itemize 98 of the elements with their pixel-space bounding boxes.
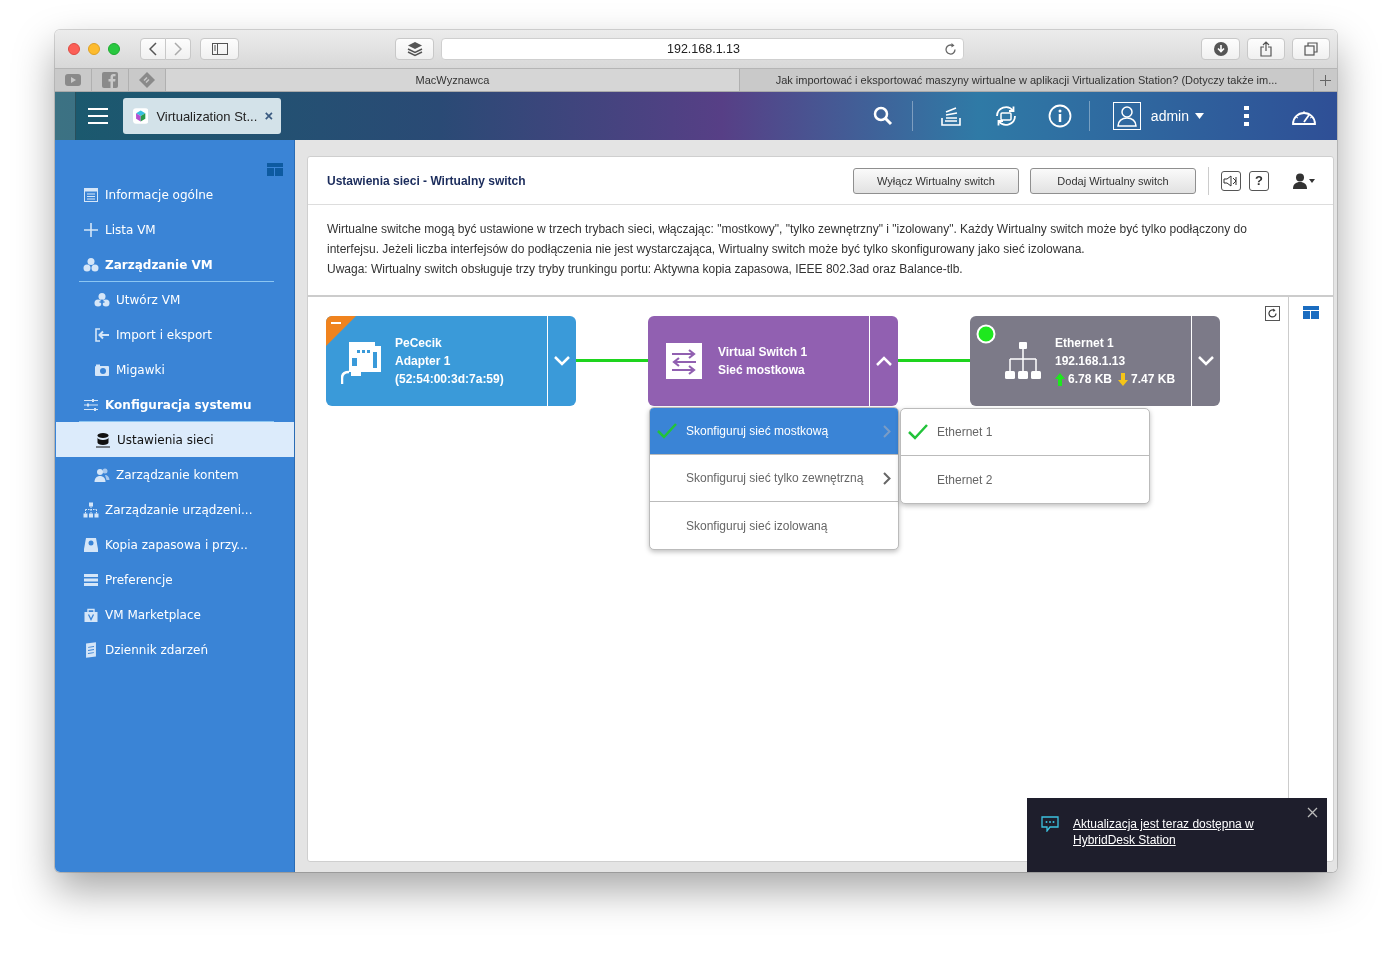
diamond-icon (139, 72, 155, 88)
cubes-plus-icon (94, 291, 110, 308)
user-icon[interactable] (1112, 102, 1141, 130)
sidebar-item[interactable]: Preferencje (55, 562, 294, 597)
drive-icon (83, 536, 99, 553)
stack-icon (83, 571, 99, 588)
reload-icon[interactable] (944, 43, 957, 56)
sliders-icon (83, 396, 99, 413)
close-window-button[interactable] (68, 43, 80, 55)
speaker-button[interactable] (1221, 170, 1241, 191)
cube-icon (133, 106, 149, 126)
sidebar-item[interactable]: Lista VM (55, 212, 294, 247)
sidebar-item[interactable]: Kopia zapasowa i przy... (55, 527, 294, 562)
node-label: Virtual Switch 1 Sieć mostkowa (718, 344, 808, 379)
arrow-up-icon (1055, 372, 1065, 386)
ethernet-node[interactable]: Ethernet 1 192.168.1.13 6.78 KB 7.47 KB (970, 316, 1220, 406)
layout-icon[interactable] (1303, 306, 1319, 319)
minus-badge-icon[interactable] (326, 316, 356, 346)
share-icon (1260, 41, 1272, 57)
sidebar-item[interactable]: Migawki (55, 352, 294, 387)
search-icon[interactable] (872, 106, 893, 126)
info-icon[interactable] (1047, 104, 1072, 128)
back-icon (149, 42, 157, 56)
sidebar-item[interactable]: Informacje ogólne (55, 177, 294, 212)
users-icon (94, 466, 110, 483)
sidebar-item[interactable]: Zarządzanie urządzeni... (55, 492, 294, 527)
network-tree-icon (83, 501, 99, 518)
sidebar-item[interactable]: Zarządzanie kontem (55, 457, 294, 492)
address-bar[interactable]: 192.168.1.13 (441, 38, 964, 60)
user-menu-icon[interactable] (1293, 172, 1315, 189)
sidebar-item[interactable]: Zarządzanie VM (55, 247, 294, 282)
sidebar-item[interactable]: Ustawienia sieci (56, 422, 294, 457)
menu-item[interactable]: Ethernet 1 (901, 409, 1149, 456)
adapter-node[interactable]: PeCecik Adapter 1 (52:54:00:3d:7a:59) (326, 316, 576, 406)
help-button[interactable]: ? (1249, 170, 1269, 191)
shopping-bag-icon (83, 606, 99, 623)
connector-line (898, 359, 970, 362)
speaker-icon (1223, 174, 1239, 187)
refresh-icon[interactable] (1265, 306, 1280, 321)
sidebar-toggle-button[interactable] (200, 38, 239, 60)
connector-line (576, 359, 648, 362)
stack-icon[interactable] (940, 106, 961, 126)
menu-icon[interactable] (88, 108, 108, 124)
sidebar-item[interactable]: Import i eksport (55, 317, 294, 352)
forward-icon (174, 42, 182, 56)
action-button[interactable]: Dodaj Wirtualny switch (1030, 167, 1196, 194)
notepad-icon (83, 641, 99, 658)
check-icon (657, 423, 677, 439)
user-menu[interactable]: admin (1150, 108, 1204, 124)
sidebar-icon (211, 43, 228, 55)
arrow-down-icon (1118, 372, 1129, 386)
close-icon[interactable] (265, 111, 273, 121)
chevron-up-icon (876, 356, 892, 366)
chat-bubble-icon (1041, 816, 1059, 832)
node-label: PeCecik Adapter 1 (52:54:00:3d:7a:59) (395, 335, 504, 388)
layers-button[interactable] (395, 38, 434, 60)
menu-item[interactable]: Ethernet 2 (901, 456, 1149, 503)
import-arrow-icon (94, 326, 110, 343)
menu-item[interactable]: Skonfiguruj sieć mostkową (650, 408, 898, 455)
menu-item[interactable]: Skonfiguruj sieć tylko zewnętrzną (650, 455, 898, 502)
menu-item[interactable]: Skonfiguruj sieć izolowaną (650, 502, 898, 549)
panel-title: Ustawienia sieci - Wirtualny switch (327, 173, 527, 188)
update-link[interactable]: Aktualizacja jest teraz dostępna w HybridDesk Station (1073, 816, 1273, 872)
check-icon (908, 424, 928, 440)
description-text: Wirtualne switche mogą być ustawione w trzech trybach sieci, włączając: "mostkowy", "tylko zewnętrzny" i "izolowany". Każdy Wirtualny switch może być tylko podłączony do interfejsu. Jeżeli liczba interfejsów do podłączenia nie jest wystarczająca, Wirtualny switch może być tylko skonfigurowany jako sieć izolowana. Uwaga: Wirtualny switch obsługuje trzy tryby trunkingu portu: Aktywna kopia zapasowa, IEEE 802.3ad oraz Balance-tlb. (308, 205, 1333, 297)
browser-tab[interactable]: MacWyznawca (166, 69, 740, 91)
close-icon[interactable] (1307, 807, 1318, 818)
app-tab[interactable]: Virtualization St... (123, 98, 281, 134)
sync-icon[interactable] (993, 104, 1018, 128)
download-icon (1213, 42, 1228, 56)
switch-icon (666, 343, 702, 379)
tabs-icon (1304, 42, 1318, 56)
sidebar-item[interactable]: Dziennik zdarzeń (55, 632, 294, 667)
chevron-down-icon (1198, 356, 1214, 366)
letter-f-icon (102, 72, 118, 88)
plus-icon (1320, 74, 1331, 86)
list-icon (83, 186, 99, 203)
play-icon (65, 74, 81, 86)
share-button[interactable] (1247, 38, 1285, 60)
back-button[interactable] (140, 38, 166, 60)
cubes-icon (83, 256, 99, 273)
switch-node[interactable]: Virtual Switch 1 Sieć mostkowa (648, 316, 898, 406)
database-icon (95, 431, 111, 448)
sidebar-item[interactable]: Utwórz VM (55, 282, 294, 317)
downloads-button[interactable] (1201, 38, 1240, 60)
layers-icon (406, 41, 423, 57)
action-button[interactable]: Wyłącz Wirtualny switch (853, 167, 1019, 194)
more-icon[interactable] (1244, 106, 1249, 126)
network-tree-icon (1005, 342, 1041, 380)
tabs-overview-button[interactable] (1292, 38, 1330, 60)
chevron-down-icon (554, 356, 570, 366)
side-handle[interactable] (55, 92, 76, 140)
url-text: 192.168.1.13 (666, 42, 741, 56)
browser-tab[interactable]: Jak importować i eksportować maszyny wirtualne w aplikacji Virtualization Station? (Dotyczy także im... (740, 69, 1314, 91)
caret-icon (1195, 113, 1204, 119)
sidebar-item[interactable]: VM Marketplace (55, 597, 294, 632)
node-label: Ethernet 1 192.168.1.13 6.78 KB 7.47 KB (1055, 335, 1176, 388)
plus-icon (83, 221, 99, 238)
